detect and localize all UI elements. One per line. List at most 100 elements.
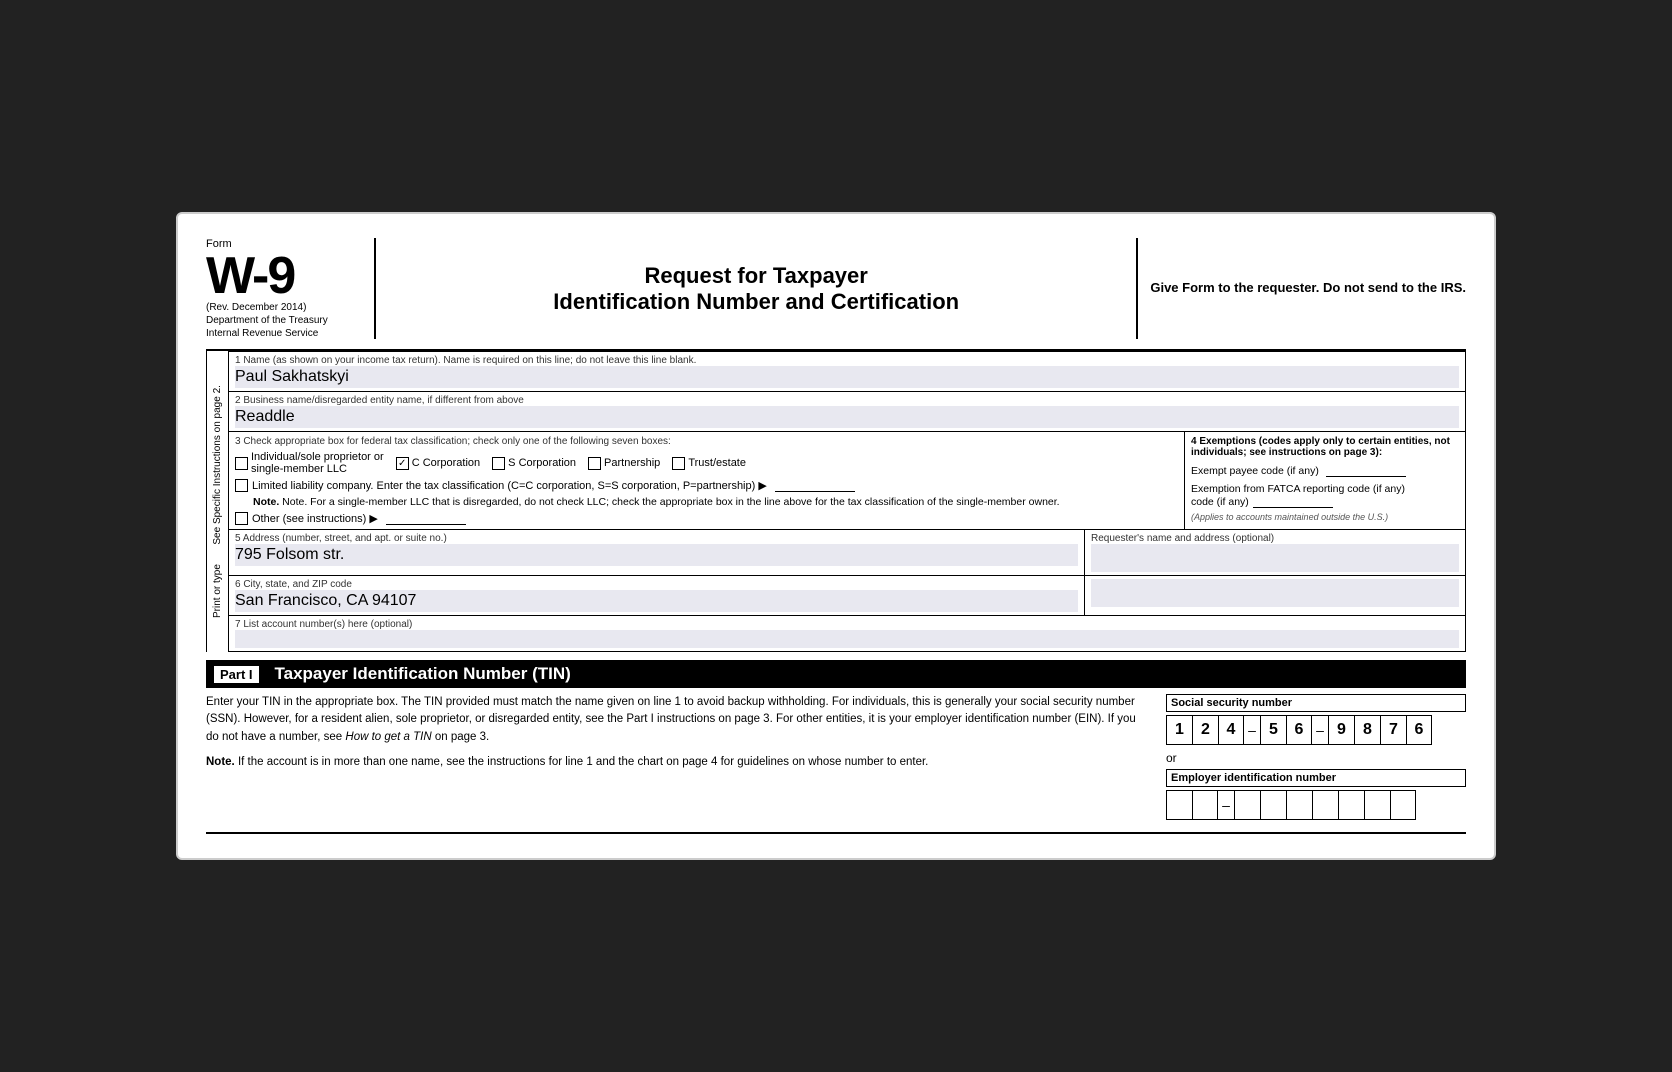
form-center-title: Request for Taxpayer Identification Numb…: [376, 238, 1136, 339]
checkbox-partnership: Partnership: [588, 457, 660, 470]
ssn-digit-4: 5: [1260, 715, 1286, 745]
part1-section: Part I Taxpayer Identification Number (T…: [206, 660, 1466, 834]
ein-digit-3: [1234, 790, 1260, 820]
form-main-content: 1 Name (as shown on your income tax retu…: [228, 351, 1466, 652]
checkbox-individual: Individual/sole proprietor orsingle-memb…: [235, 451, 384, 475]
checkbox-llc-box[interactable]: [235, 479, 248, 492]
field5-row: 5 Address (number, street, and apt. or s…: [229, 530, 1465, 576]
form-rev-date: (Rev. December 2014): [206, 302, 358, 313]
field5-label: 5 Address (number, street, and apt. or s…: [235, 533, 1078, 544]
ein-digit-1: [1166, 790, 1192, 820]
other-label: Other (see instructions) ▶: [252, 512, 378, 525]
form-dept-line1: Department of the Treasury: [206, 315, 358, 326]
other-row: Other (see instructions) ▶: [235, 512, 1178, 525]
fatca-code-line: [1253, 495, 1333, 508]
form-w9: Form W-9 (Rev. December 2014) Department…: [176, 212, 1496, 860]
checkbox-individual-label: Individual/sole proprietor orsingle-memb…: [251, 451, 384, 475]
llc-row: Limited liability company. Enter the tax…: [235, 479, 1178, 492]
part1-note-text: Note. If the account is in more than one…: [206, 754, 1150, 771]
ein-dash: –: [1218, 790, 1234, 820]
ssn-digit-6: 9: [1328, 715, 1354, 745]
checkbox-trust: Trust/estate: [672, 457, 746, 470]
ssn-digit-3: 4: [1218, 715, 1244, 745]
form-dept-line2: Internal Revenue Service: [206, 328, 358, 339]
ein-digit-5: [1286, 790, 1312, 820]
checkbox-trust-box[interactable]: [672, 457, 685, 470]
field7-value: [235, 630, 1459, 648]
form-right-note: Give Form to the requester. Do not send …: [1136, 238, 1466, 339]
fatca-note: (Applies to accounts maintained outside …: [1191, 512, 1459, 522]
ssn-dash-1: –: [1244, 715, 1260, 745]
field2-row: 2 Business name/disregarded entity name,…: [229, 392, 1465, 432]
ein-digit-2: [1192, 790, 1218, 820]
exemptions-label: 4 Exemptions (codes apply only to certai…: [1191, 436, 1459, 458]
field6-row: 6 City, state, and ZIP code San Francisc…: [229, 576, 1465, 616]
field2-label: 2 Business name/disregarded entity name,…: [235, 395, 1459, 406]
part1-text-block: Enter your TIN in the appropriate box. T…: [206, 694, 1150, 820]
checkbox-ccorp-label: C Corporation: [412, 457, 480, 469]
field3-row: 3 Check appropriate box for federal tax …: [229, 432, 1465, 530]
ssn-digit-7: 8: [1354, 715, 1380, 745]
requesters-addr-cell: [1085, 576, 1465, 615]
checkbox-partnership-box[interactable]: [588, 457, 601, 470]
ssn-label: Social security number: [1166, 694, 1466, 712]
field2-value: Readdle: [235, 406, 1459, 428]
checkbox-ccorp: ✓ C Corporation: [396, 457, 480, 470]
part1-title: Taxpayer Identification Number (TIN): [275, 664, 571, 684]
requesters-addr-value: [1091, 579, 1459, 607]
field1-value: Paul Sakhatskyi: [235, 366, 1459, 388]
checkbox-other-box[interactable]: [235, 512, 248, 525]
ssn-digit-1: 1: [1166, 715, 1192, 745]
form-body: 1 Name (as shown on your income tax retu…: [228, 351, 1466, 652]
form-header: Form W-9 (Rev. December 2014) Department…: [206, 238, 1466, 351]
llc-label: Limited liability company. Enter the tax…: [252, 479, 767, 492]
ssn-digit-9: 6: [1406, 715, 1432, 745]
ein-digit-6: [1312, 790, 1338, 820]
form-title-left: Form W-9 (Rev. December 2014) Department…: [206, 238, 376, 339]
or-label: or: [1166, 751, 1466, 765]
checkbox-ccorp-box[interactable]: ✓: [396, 457, 409, 470]
checkbox-scorp: S Corporation: [492, 457, 576, 470]
part1-fields: Social security number 1 2 4 – 5 6 – 9 8…: [1166, 694, 1466, 820]
field2-cell: 2 Business name/disregarded entity name,…: [229, 392, 1465, 431]
ssn-digit-5: 6: [1286, 715, 1312, 745]
field1-cell: 1 Name (as shown on your income tax retu…: [229, 352, 1465, 391]
field6-value: San Francisco, CA 94107: [235, 590, 1078, 612]
field3-label: 3 Check appropriate box for federal tax …: [235, 436, 1178, 447]
part1-label: Part I: [214, 666, 259, 683]
exempt-payee-line: [1326, 464, 1406, 477]
fatca-row: Exemption from FATCA reporting code (if …: [1191, 483, 1459, 495]
fatca-code-row: code (if any): [1191, 495, 1459, 508]
requesters-label: Requester's name and address (optional): [1091, 533, 1459, 544]
ein-boxes: –: [1166, 790, 1466, 820]
checkbox-partnership-label: Partnership: [604, 457, 660, 469]
ssn-digit-8: 7: [1380, 715, 1406, 745]
field1-label: 1 Name (as shown on your income tax retu…: [235, 355, 1459, 366]
part1-body: Enter your TIN in the appropriate box. T…: [206, 694, 1466, 820]
field1-row: 1 Name (as shown on your income tax retu…: [229, 352, 1465, 392]
ssn-digit-2: 2: [1192, 715, 1218, 745]
llc-input-line: [775, 479, 855, 492]
field5-value: 795 Folsom str.: [235, 544, 1078, 566]
exempt-payee-row: Exempt payee code (if any): [1191, 464, 1459, 477]
part1-header: Part I Taxpayer Identification Number (T…: [206, 660, 1466, 688]
checkbox-trust-label: Trust/estate: [688, 457, 746, 469]
form-number: W-9: [206, 250, 358, 302]
checkbox-individual-box[interactable]: [235, 457, 248, 470]
ssn-boxes: 1 2 4 – 5 6 – 9 8 7 6: [1166, 715, 1466, 745]
bottom-divider: [206, 832, 1466, 834]
ein-digit-7: [1338, 790, 1364, 820]
checkbox-scorp-box[interactable]: [492, 457, 505, 470]
field7-row: 7 List account number(s) here (optional): [229, 616, 1465, 651]
code-if-any: code (if any): [1191, 496, 1249, 508]
requesters-value: [1091, 544, 1459, 572]
part1-body-text: Enter your TIN in the appropriate box. T…: [206, 694, 1150, 746]
ein-digit-8: [1364, 790, 1390, 820]
field3-right: 4 Exemptions (codes apply only to certai…: [1185, 432, 1465, 529]
field7-label: 7 List account number(s) here (optional): [235, 619, 1459, 630]
form-main-title: Request for Taxpayer Identification Numb…: [553, 263, 959, 315]
sidebar-text: Print or type See Specific Instructions …: [206, 351, 228, 652]
field5-cell: 5 Address (number, street, and apt. or s…: [229, 530, 1085, 575]
ein-label: Employer identification number: [1166, 769, 1466, 787]
checkbox-scorp-label: S Corporation: [508, 457, 576, 469]
